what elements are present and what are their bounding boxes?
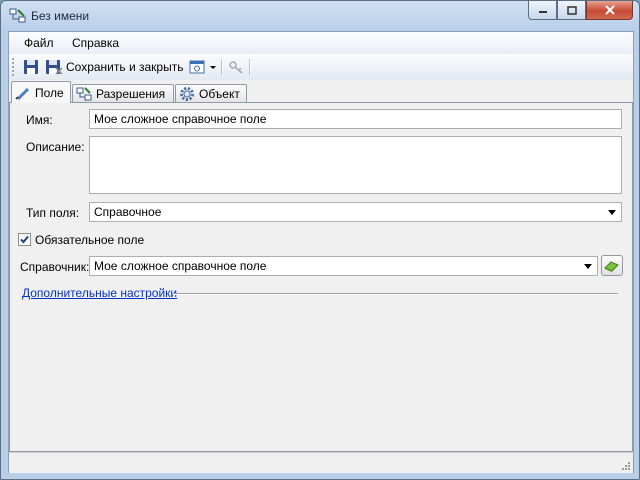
field-type-label: Тип поля:	[26, 206, 80, 220]
gear-icon	[180, 86, 194, 101]
window-icon	[189, 60, 205, 74]
tab-panel-field: Имя: Описание: Тип поля: Справочное Обяз…	[9, 102, 633, 452]
required-label[interactable]: Обязательное поле	[35, 233, 144, 247]
maximize-icon	[566, 5, 577, 15]
save-close-label: Сохранить и закрыть	[66, 60, 184, 74]
resize-grip-icon[interactable]	[619, 459, 631, 471]
save-close-icon	[46, 60, 63, 75]
client-area: Файл Справка Сохранить и закрыть Поле Ра…	[8, 31, 634, 473]
title-bar[interactable]: Без имени	[1, 1, 639, 31]
app-window: Без имени Файл Справка Сохранить и закры…	[0, 0, 640, 480]
advanced-divider	[173, 293, 618, 295]
reference-value: Мое сложное справочное поле	[94, 259, 267, 273]
minimize-icon	[538, 11, 547, 13]
tab-field-label: Поле	[35, 85, 64, 100]
tab-field[interactable]: Поле	[11, 81, 71, 103]
window-title: Без имени	[31, 9, 90, 23]
name-input[interactable]	[89, 109, 622, 129]
toolbar: Сохранить и закрыть	[9, 54, 633, 80]
menu-file[interactable]: Файл	[24, 36, 54, 50]
tab-permissions[interactable]: Разрешения	[72, 84, 174, 102]
maximize-button[interactable]	[557, 1, 586, 20]
permissions-icon	[76, 86, 92, 100]
required-checkbox[interactable]	[18, 233, 31, 246]
floppy-disk-icon	[24, 60, 38, 74]
tab-object-label: Объект	[199, 86, 240, 101]
reference-edit-button[interactable]	[601, 255, 623, 276]
toolbar-grip[interactable]	[12, 58, 17, 76]
permissions-button[interactable]	[227, 57, 245, 77]
status-bar	[9, 452, 633, 473]
checkmark-icon	[20, 235, 29, 244]
toolbar-separator	[221, 59, 223, 75]
field-icon	[15, 87, 29, 100]
form-icon	[9, 8, 26, 23]
name-label: Имя:	[26, 113, 53, 127]
tab-permissions-label: Разрешения	[96, 86, 166, 101]
chevron-down-icon	[584, 264, 592, 269]
reference-select[interactable]: Мое сложное справочное поле	[89, 256, 598, 276]
close-button[interactable]	[586, 1, 633, 20]
form-dropdown-button[interactable]	[189, 57, 218, 77]
toolbar-separator-end	[249, 59, 251, 75]
field-type-value: Справочное	[94, 205, 162, 219]
advanced-settings-link[interactable]: Дополнительные настройки	[22, 286, 177, 300]
chevron-down-icon	[608, 210, 616, 215]
tab-strip: Поле Разрешения Объект	[9, 81, 633, 103]
minimize-button[interactable]	[528, 1, 557, 20]
menu-bar: Файл Справка	[9, 32, 633, 54]
field-type-select[interactable]: Справочное	[89, 202, 622, 222]
description-label: Описание:	[26, 140, 85, 154]
save-close-button[interactable]: Сохранить и закрыть	[45, 57, 183, 77]
eraser-icon	[604, 260, 619, 272]
keys-icon	[229, 61, 243, 74]
tab-object[interactable]: Объект	[175, 84, 247, 102]
close-icon	[604, 5, 615, 15]
menu-help[interactable]: Справка	[72, 36, 119, 50]
reference-label: Справочник:	[20, 260, 90, 274]
description-input[interactable]	[89, 136, 622, 194]
dropdown-arrow-icon	[210, 66, 216, 69]
save-button[interactable]	[23, 57, 41, 77]
